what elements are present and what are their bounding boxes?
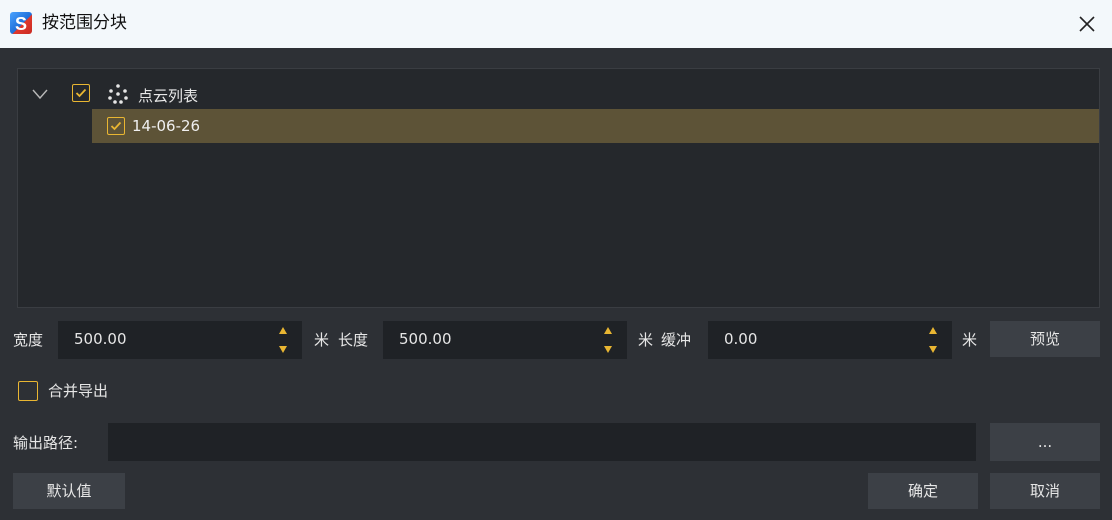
cancel-button[interactable]: 取消 [990,473,1100,509]
spin-down-icon[interactable] [278,344,288,354]
buffer-unit: 米 [962,331,978,349]
buffer-spinbox[interactable]: 0.00 [708,321,952,359]
length-value[interactable]: 500.00 [399,330,452,348]
output-path-label: 输出路径: [13,434,79,452]
buffer-value[interactable]: 0.00 [724,330,757,348]
buffer-label: 缓冲 [661,331,692,349]
spin-down-icon[interactable] [603,344,613,354]
default-button[interactable]: 默认值 [13,473,125,509]
checkmark-icon [75,88,87,98]
tree-root-label: 点云列表 [138,87,199,105]
length-spinbox[interactable]: 500.00 [383,321,627,359]
spin-up-icon[interactable] [928,326,938,336]
spin-up-icon[interactable] [278,326,288,336]
close-icon [1079,16,1095,32]
width-label: 宽度 [13,331,44,349]
tree-root-row[interactable]: 点云列表 [18,79,1099,109]
preview-button[interactable]: 预览 [990,321,1100,357]
title-bar: S 按范围分块 [0,0,1112,48]
close-button[interactable] [1074,11,1100,37]
chevron-down-icon[interactable] [32,87,48,101]
width-spinbox[interactable]: 500.00 [58,321,302,359]
point-cloud-tree[interactable]: 点云列表 14-06-26 [17,68,1100,308]
spin-up-icon[interactable] [603,326,613,336]
window-title: 按范围分块 [42,13,127,33]
tree-child-row[interactable]: 14-06-26 [92,109,1099,143]
checkmark-icon [110,121,122,131]
merge-export-label: 合并导出 [48,382,109,400]
merge-export-checkbox[interactable] [18,381,38,401]
root-checkbox[interactable] [72,84,90,102]
svg-text:S: S [15,14,27,34]
length-unit: 米 [638,331,654,349]
spin-down-icon[interactable] [928,344,938,354]
length-label: 长度 [338,331,369,349]
app-s-logo-icon: S [10,12,32,34]
browse-button[interactable]: ... [990,423,1100,461]
output-path-input[interactable] [108,423,976,461]
width-value[interactable]: 500.00 [74,330,127,348]
dialog-window: S 按范围分块 点云列表 14-06-26 宽度 500.00 米 长度 500… [0,0,1112,520]
child-checkbox[interactable] [107,117,125,135]
width-unit: 米 [314,331,330,349]
tree-child-label: 14-06-26 [132,117,201,135]
ok-button[interactable]: 确定 [868,473,978,509]
point-cloud-dots-icon [108,84,128,104]
